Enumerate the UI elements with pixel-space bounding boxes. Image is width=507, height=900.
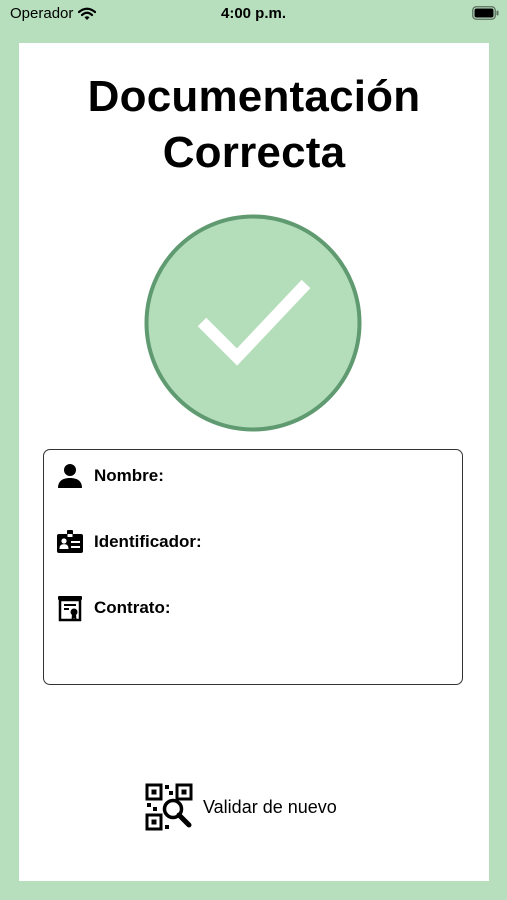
info-row-identificador: Identificador: (56, 528, 202, 556)
status-bar: Operador 4:00 p.m. (0, 0, 507, 30)
battery-icon (472, 6, 499, 20)
revalidate-label: Validar de nuevo (203, 796, 337, 817)
title-line-2: Correcta (162, 128, 346, 177)
revalidate-button[interactable]: Validar de nuevo (145, 783, 337, 831)
nombre-label: Nombre: (94, 466, 164, 485)
page-title: Documentación Correcta (19, 69, 489, 181)
contract-icon (56, 594, 84, 622)
info-row-contrato: Contrato: (56, 594, 170, 622)
checkmark-circle-icon (144, 214, 362, 432)
document-info-box: Nombre: Identificador: Contrato: (43, 449, 463, 685)
info-row-nombre: Nombre: (56, 462, 164, 490)
contrato-label: Contrato: (94, 598, 171, 617)
title-line-1: Documentación (87, 72, 421, 121)
qr-search-icon (145, 783, 193, 831)
result-card: Documentación Correcta Nombre: Identific… (19, 43, 489, 881)
identificador-label: Identificador: (94, 532, 202, 551)
person-icon (56, 462, 84, 490)
clock: 4:00 p.m. (220, 5, 287, 22)
id-badge-icon (56, 528, 84, 556)
